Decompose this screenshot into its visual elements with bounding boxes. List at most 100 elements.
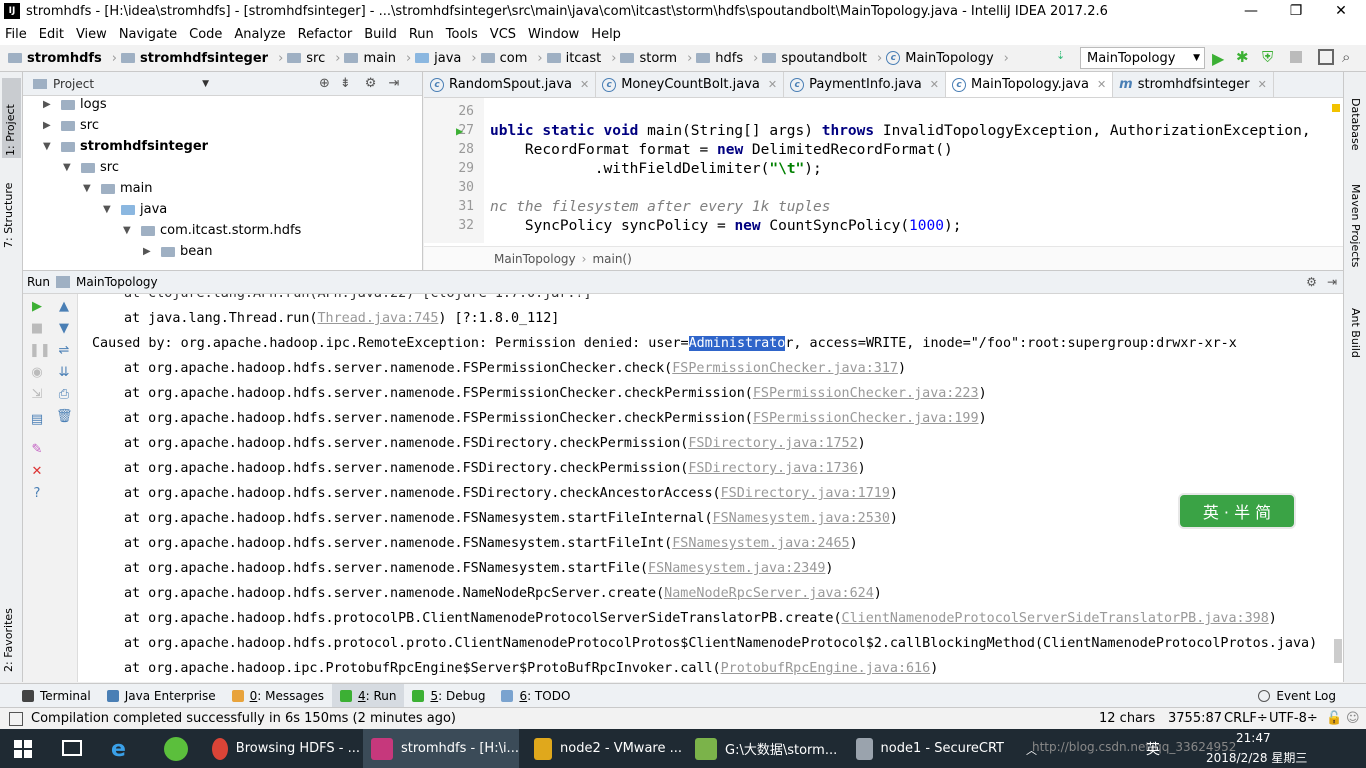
status-toggle-icon[interactable] xyxy=(9,711,23,726)
source-link[interactable]: NameNodeRpcServer.java:624 xyxy=(664,586,874,601)
task-view-icon[interactable] xyxy=(62,740,82,756)
tree-item-package[interactable]: ▼ com.itcast.storm.hdfs xyxy=(123,220,301,241)
taskbar-vmware[interactable]: node2 - VMware ... xyxy=(526,729,682,768)
print-icon[interactable]: ⎙ xyxy=(56,387,72,403)
maximize-button[interactable]: ❐ xyxy=(1273,0,1319,23)
chevron-down-icon[interactable]: ▼ xyxy=(202,79,209,89)
close-icon[interactable]: ✕ xyxy=(930,78,939,91)
tab-terminal[interactable]: Terminal xyxy=(14,684,99,708)
tab-debug[interactable]: 5: Debug xyxy=(404,684,493,708)
close-icon[interactable]: ✕ xyxy=(1258,78,1267,91)
hide-panel-icon[interactable]: ⇥ xyxy=(1327,275,1337,289)
tree-item-main[interactable]: ▼ main xyxy=(83,178,152,199)
close-icon[interactable]: ✕ xyxy=(29,464,45,480)
menu-analyze[interactable]: Analyze xyxy=(234,27,285,42)
menu-help[interactable]: Help xyxy=(591,27,621,42)
tab-java-enterprise[interactable]: Java Enterprise xyxy=(99,684,224,708)
project-view-selector[interactable]: Project xyxy=(53,77,94,91)
scrollbar-thumb[interactable] xyxy=(1334,639,1342,663)
source-link[interactable]: FSDirectory.java:1752 xyxy=(688,436,857,451)
tab-todo[interactable]: 6: TODO xyxy=(493,684,578,708)
menu-edit[interactable]: Edit xyxy=(39,27,64,42)
ie-icon[interactable]: e xyxy=(111,737,126,762)
lock-icon[interactable]: 🔓 xyxy=(1326,711,1342,726)
source-link[interactable]: Thread.java:745 xyxy=(317,311,438,326)
menu-run[interactable]: Run xyxy=(409,27,434,42)
up-icon[interactable]: ▲ xyxy=(56,299,72,315)
source-link[interactable]: FSDirectory.java:1719 xyxy=(721,486,890,501)
line-separator[interactable]: CRLF÷ xyxy=(1224,711,1268,726)
tree-item-module[interactable]: ▼ stromhdfsinteger xyxy=(43,136,208,157)
trash-icon[interactable]: 🗑 xyxy=(56,409,73,425)
tree-item-logs[interactable]: ▶ logs xyxy=(43,94,107,115)
windows-start-icon[interactable] xyxy=(14,740,32,758)
console-scrollbar[interactable] xyxy=(1333,294,1343,682)
debug-icon[interactable]: ✱ xyxy=(1236,48,1249,66)
tree-item-src[interactable]: ▶ src xyxy=(43,115,99,136)
source-link[interactable]: ClientNamenodeProtocolServerSideTranslat… xyxy=(842,611,1269,626)
crumb-hdfs[interactable]: hdfs xyxy=(696,51,743,66)
tab-maintopology[interactable]: c MainTopology.java ✕ xyxy=(946,72,1114,97)
run-gutter-icon[interactable]: ▶ xyxy=(456,124,463,138)
crumb-main[interactable]: main xyxy=(344,51,396,66)
search-icon[interactable]: ⌕ xyxy=(1342,48,1350,66)
tree-item-java[interactable]: ▼ java xyxy=(103,199,167,220)
menu-build[interactable]: Build xyxy=(364,27,397,42)
breadcrumb-method[interactable]: main() xyxy=(592,252,631,266)
scroll-end-icon[interactable]: ⇊ xyxy=(56,365,72,381)
close-icon[interactable]: ✕ xyxy=(580,78,589,91)
crumb-itcast[interactable]: itcast xyxy=(546,51,601,66)
warning-marker[interactable] xyxy=(1332,104,1340,112)
close-icon[interactable]: ✕ xyxy=(768,78,777,91)
taskbar-chrome[interactable]: Browsing HDFS - ... xyxy=(204,729,360,768)
menu-refactor[interactable]: Refactor xyxy=(298,27,353,42)
soft-wrap-icon[interactable]: ⇌ xyxy=(56,343,72,359)
menu-window[interactable]: Window xyxy=(528,27,579,42)
360-browser-icon[interactable] xyxy=(164,737,188,761)
menu-code[interactable]: Code xyxy=(189,27,222,42)
exit-icon[interactable]: ⇲ xyxy=(29,387,45,403)
menu-navigate[interactable]: Navigate xyxy=(119,27,177,42)
source-link[interactable]: FSPermissionChecker.java:317 xyxy=(672,361,898,376)
maven-tool-tab[interactable]: Maven Projects xyxy=(1349,184,1362,267)
source-link[interactable]: FSNamesystem.java:2530 xyxy=(713,511,890,526)
run-config-tab[interactable]: MainTopology xyxy=(76,275,158,289)
source-link[interactable]: FSDirectory.java:1736 xyxy=(688,461,857,476)
down-icon[interactable]: ▼ xyxy=(56,321,72,337)
favorites-tool-tab[interactable]: 2: Favorites xyxy=(2,592,15,672)
tab-stromhdfsinteger[interactable]: m stromhdfsinteger ✕ xyxy=(1113,72,1274,97)
crumb-com[interactable]: com xyxy=(480,51,527,66)
project-structure-icon[interactable] xyxy=(1318,49,1334,65)
tree-item-module-src[interactable]: ▼ src xyxy=(63,157,119,178)
crumb-java[interactable]: java xyxy=(415,51,461,66)
code-area[interactable]: ublic static void main(String[] args) th… xyxy=(490,98,1340,243)
make-icon[interactable]: ⇣ xyxy=(1056,49,1074,67)
console-output[interactable]: at clojure.lang.AFn.run(AFn.java:22) [cl… xyxy=(78,294,1333,682)
minimize-button[interactable]: — xyxy=(1228,0,1274,23)
menu-view[interactable]: View xyxy=(76,27,107,42)
coverage-icon[interactable]: ⛨ xyxy=(1262,48,1273,66)
source-link[interactable]: FSPermissionChecker.java:199 xyxy=(753,411,979,426)
tab-event-log[interactable]: Event Log xyxy=(1250,684,1344,708)
collapse-icon[interactable]: ⇟ xyxy=(340,76,351,91)
run-icon[interactable]: ▶ xyxy=(1212,49,1224,68)
taskbar-intellij[interactable]: stromhdfs - [H:\i... xyxy=(363,729,519,768)
help-icon[interactable]: ? xyxy=(29,486,45,502)
close-icon[interactable]: ✕ xyxy=(1097,78,1106,91)
taskbar-securecrt[interactable]: node1 - SecureCRT xyxy=(848,729,1004,768)
source-link[interactable]: ProtobufRpcEngine.java:616 xyxy=(721,661,931,676)
crumb-spoutandbolt[interactable]: spoutandbolt xyxy=(762,51,867,66)
source-link[interactable]: FSNamesystem.java:2349 xyxy=(648,561,825,576)
taskbar-explorer[interactable]: G:\大数据\storm... xyxy=(687,729,843,768)
tab-randomspout[interactable]: c RandomSpout.java ✕ xyxy=(424,72,597,97)
source-link[interactable]: FSNamesystem.java:2465 xyxy=(672,536,849,551)
tab-messages[interactable]: 0: Messages xyxy=(224,684,332,708)
file-encoding[interactable]: UTF-8÷ xyxy=(1269,711,1318,726)
close-button[interactable]: ✕ xyxy=(1318,0,1364,23)
stop-icon[interactable] xyxy=(1290,51,1302,63)
crumb-src[interactable]: src xyxy=(287,51,325,66)
rerun-icon[interactable]: ▶ xyxy=(29,299,45,315)
project-tool-tab[interactable]: 1: Project xyxy=(2,78,21,158)
crumb-maintopology[interactable]: c MainTopology xyxy=(886,51,994,66)
tab-paymentinfo[interactable]: c PaymentInfo.java ✕ xyxy=(784,72,946,97)
